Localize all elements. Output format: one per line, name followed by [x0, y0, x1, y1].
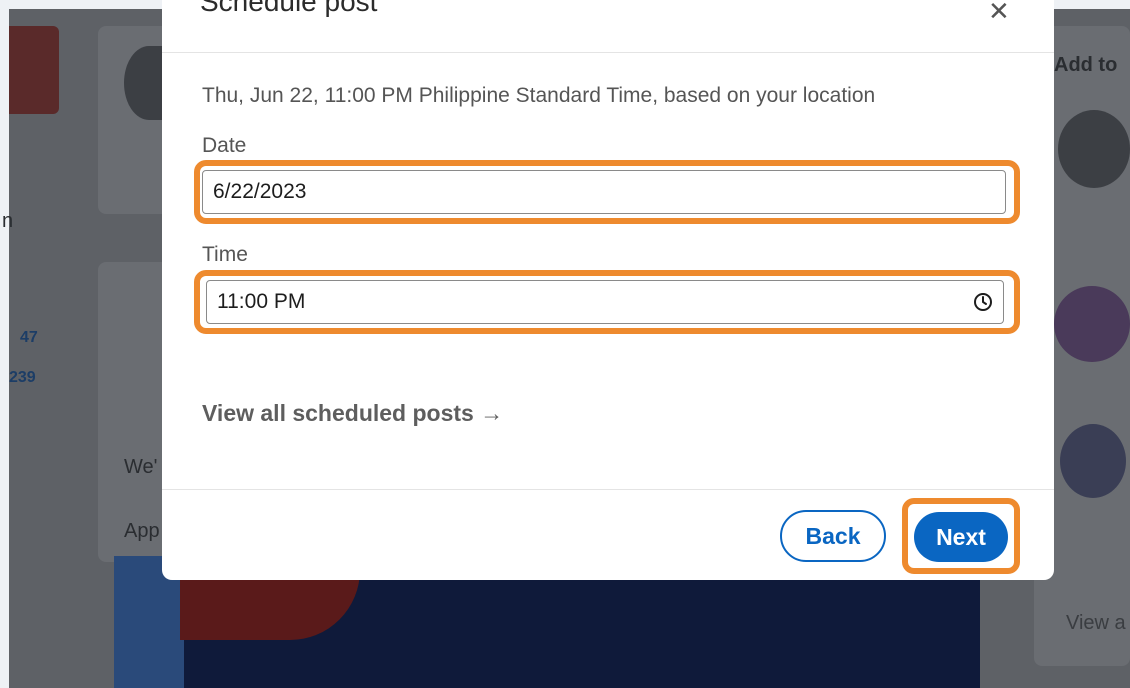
- header-divider: [162, 52, 1054, 53]
- date-label: Date: [202, 134, 247, 157]
- suggested-avatar-3: [1060, 424, 1126, 498]
- time-label: Time: [202, 243, 248, 266]
- post-text-1: We': [124, 456, 158, 478]
- right-view-link: View a: [1066, 612, 1126, 634]
- suggested-avatar-2: [1054, 286, 1130, 362]
- footer-divider: [162, 489, 1054, 490]
- clock-icon[interactable]: [973, 292, 993, 312]
- post-text-2: App: [124, 520, 160, 542]
- view-all-scheduled-posts-link[interactable]: View all scheduled posts →: [202, 400, 503, 427]
- time-input[interactable]: 11:00 PM: [206, 280, 1004, 324]
- next-button[interactable]: Next: [914, 512, 1008, 562]
- dialog-title: Schedule post: [200, 0, 378, 17]
- right-panel-title: Add to: [1054, 54, 1118, 76]
- date-input-value: 6/22/2023: [213, 180, 307, 203]
- left-fragment-text: n: [2, 210, 14, 232]
- left-edge: [0, 0, 9, 688]
- stat-count-1: 47: [20, 329, 38, 346]
- brand-logo-tile: [9, 26, 59, 114]
- schedule-post-dialog: Schedule post ✕ Thu, Jun 22, 11:00 PM Ph…: [162, 0, 1054, 580]
- back-button[interactable]: Back: [780, 510, 886, 562]
- stat-count-2: 239: [9, 369, 36, 386]
- date-input[interactable]: 6/22/2023: [202, 170, 1006, 214]
- close-icon[interactable]: ✕: [988, 0, 1010, 27]
- suggested-avatar-1: [1058, 110, 1130, 188]
- time-input-value: 11:00 PM: [217, 290, 306, 313]
- schedule-info-text: Thu, Jun 22, 11:00 PM Philippine Standar…: [202, 84, 876, 107]
